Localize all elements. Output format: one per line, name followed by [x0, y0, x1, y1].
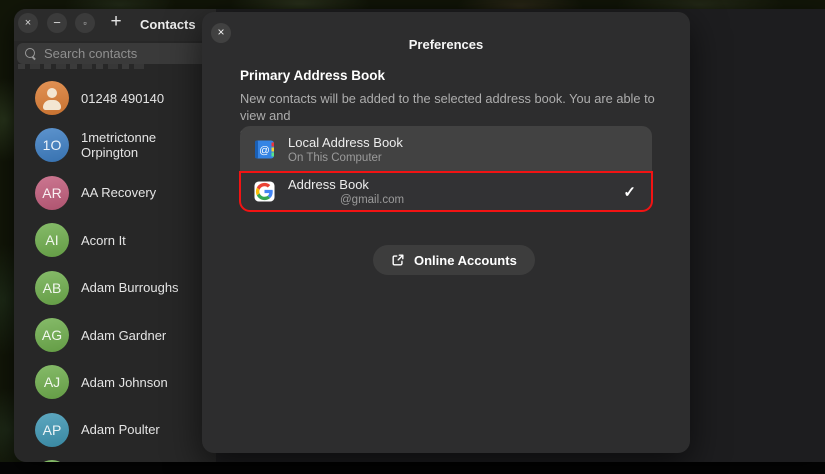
- svg-text:@: @: [259, 144, 270, 156]
- preferences-dialog: × Preferences Primary Address Book New c…: [202, 12, 690, 453]
- contact-name: Adam Burroughs: [81, 280, 179, 296]
- person-icon: [35, 81, 69, 115]
- contact-name: Acorn It: [81, 232, 126, 248]
- contact-row[interactable]: 1O 1metrictonne Orpington: [14, 122, 216, 169]
- address-book-row-google[interactable]: Address Book @gmail.com ✓: [239, 171, 653, 212]
- window-close-button[interactable]: ×: [18, 13, 38, 33]
- search-input[interactable]: [44, 46, 194, 61]
- address-book-text: Address Book @gmail.com: [288, 177, 610, 206]
- dialog-title: Preferences: [408, 37, 484, 52]
- primary-address-book-heading: Primary Address Book: [240, 68, 386, 83]
- contact-row[interactable]: 01248 490140: [14, 75, 216, 122]
- search-icon: [25, 47, 37, 60]
- contact-row[interactable]: AG Adam Gardner: [14, 312, 216, 359]
- contact-name: Adam Gardner: [81, 327, 167, 343]
- selected-check-icon: ✓: [623, 183, 636, 201]
- window-minimize-button[interactable]: −: [47, 13, 67, 33]
- search-bar[interactable]: [17, 43, 213, 64]
- contact-name: 01248 490140: [81, 90, 165, 106]
- address-book-text: Local Address Book On This Computer: [288, 135, 638, 164]
- contact-name: 1metrictonne Orpington: [81, 130, 157, 161]
- contact-name: Adam Johnson: [81, 374, 168, 390]
- contact-row[interactable]: AP Adam Poulter: [14, 406, 216, 453]
- address-book-list: @ Local Address Book On This Computer Ad…: [239, 126, 653, 212]
- avatar: 1O: [35, 128, 69, 163]
- avatar: [35, 81, 69, 115]
- window-title: Contacts: [140, 17, 196, 32]
- avatar: [35, 460, 69, 462]
- contact-row[interactable]: AB Adam Burroughs: [14, 264, 216, 311]
- external-link-icon: [392, 254, 404, 266]
- contacts-sidebar: × − ▫ + Contacts 01248 490140 1O 1metric…: [14, 9, 216, 462]
- address-book-title: Address Book: [288, 177, 369, 192]
- avatar: AR: [35, 175, 69, 210]
- description-line: New contacts will be added to the select…: [240, 91, 655, 123]
- contact-row[interactable]: AJ Adam Johnson: [14, 359, 216, 406]
- contact-row[interactable]: AR AA Recovery: [14, 169, 216, 216]
- avatar: AG: [35, 318, 69, 352]
- local-address-book-icon: @: [255, 140, 274, 158]
- google-logo-icon: [254, 181, 275, 202]
- address-book-subtitle: @gmail.com: [340, 194, 405, 206]
- clipped-list-row: [18, 64, 146, 69]
- contact-name: AA Recovery: [81, 185, 157, 201]
- avatar: AB: [35, 270, 69, 305]
- window-maximize-button[interactable]: ▫: [75, 13, 95, 33]
- address-book-title: Local Address Book: [288, 134, 403, 150]
- online-accounts-button[interactable]: Online Accounts: [373, 245, 535, 275]
- address-book-subtitle: On This Computer: [288, 151, 382, 164]
- online-accounts-label: Online Accounts: [414, 252, 517, 268]
- avatar: AI: [35, 223, 69, 258]
- avatar: AP: [35, 412, 69, 447]
- avatar: AJ: [35, 365, 69, 400]
- taskbar-strip: [0, 462, 825, 474]
- sidebar-headerbar: × − ▫ + Contacts: [14, 9, 216, 41]
- contact-name: Adam Poulter: [81, 422, 160, 438]
- new-contact-button[interactable]: +: [105, 11, 127, 33]
- address-book-row-local[interactable]: @ Local Address Book On This Computer: [240, 126, 652, 172]
- contact-row[interactable]: [14, 454, 216, 462]
- contact-row[interactable]: AI Acorn It: [14, 217, 216, 264]
